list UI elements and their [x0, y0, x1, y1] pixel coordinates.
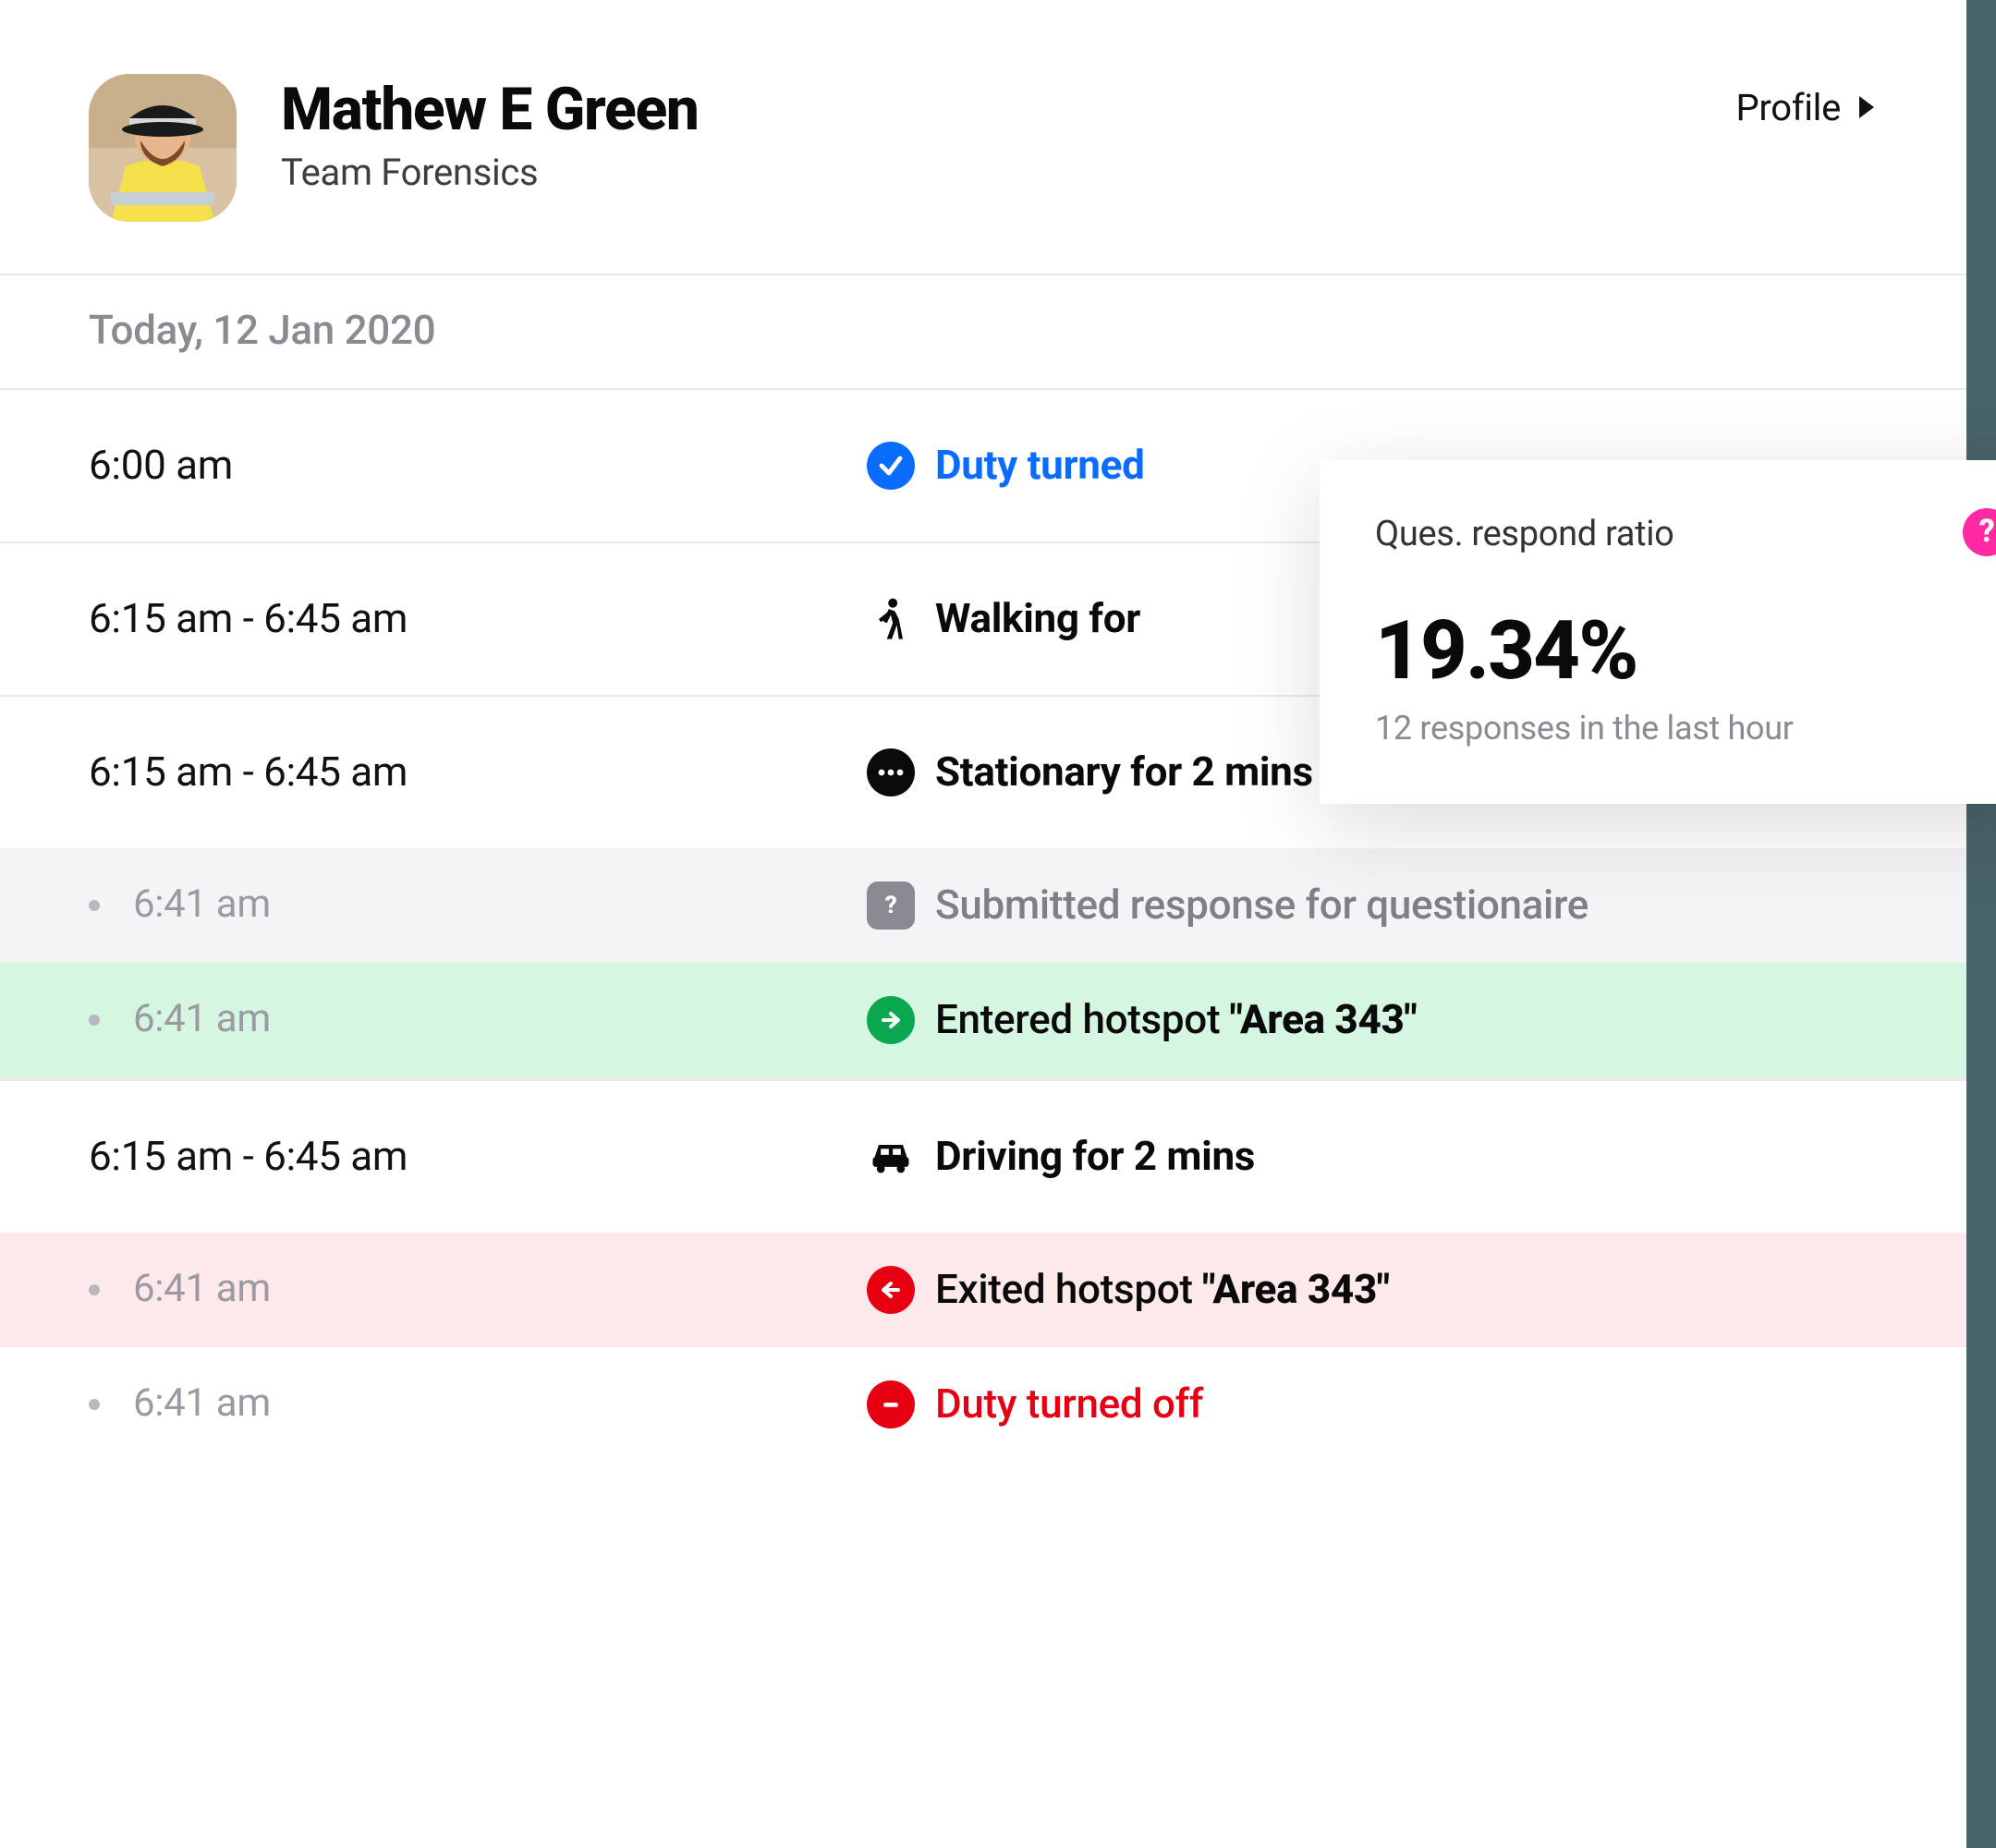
event-label: Stationary for 2 mins	[935, 749, 1313, 796]
user-name: Mathew E Green	[281, 78, 699, 142]
arrow-left-circle-icon	[867, 1266, 915, 1314]
walking-icon	[867, 595, 915, 643]
bullet-icon	[89, 1015, 100, 1027]
timeline-row-enter-hotspot[interactable]: 6:41 am Entered hotspot "Area 343"	[0, 963, 1966, 1079]
time-label: 6:15 am - 6:45 am	[89, 749, 846, 796]
profile-header: Mathew E Green Team Forensics Profile	[0, 0, 1966, 274]
time-label: 6:15 am - 6:45 am	[89, 596, 846, 642]
profile-link[interactable]: Profile	[1735, 74, 1878, 129]
event-label: Driving for 2 mins	[935, 1134, 1255, 1180]
card-value: 19.34%	[1375, 602, 1996, 699]
timeline-row-questionnaire[interactable]: 6:41 am ? Submitted response for questio…	[0, 848, 1966, 963]
side-strip	[1966, 0, 1996, 1848]
respond-ratio-card: Ques. respond ratio ? 19.34% 12 response…	[1320, 460, 1996, 804]
activity-panel: Mathew E Green Team Forensics Profile To…	[0, 0, 1966, 1848]
date-heading: Today, 12 Jan 2020	[0, 274, 1966, 390]
question-square-icon: ?	[867, 881, 915, 930]
profile-link-label: Profile	[1735, 85, 1841, 129]
minus-circle-icon	[867, 1380, 915, 1429]
arrow-right-circle-icon	[867, 996, 915, 1044]
car-icon	[867, 1133, 915, 1181]
bullet-icon	[89, 1400, 100, 1411]
timeline-row-duty-off[interactable]: 6:41 am Duty turned off	[0, 1347, 1966, 1462]
svg-text:?: ?	[885, 892, 897, 919]
time-label: 6:41 am	[89, 998, 846, 1042]
time-label: 6:41 am	[89, 1382, 846, 1427]
avatar[interactable]	[89, 74, 237, 222]
card-note: 12 responses in the last hour	[1375, 710, 1996, 748]
time-label: 6:41 am	[89, 883, 846, 928]
time-label: 6:15 am - 6:45 am	[89, 1134, 846, 1180]
bullet-icon	[89, 901, 100, 912]
time-label: 6:41 am	[89, 1268, 846, 1312]
event-label: Submitted response for questionaire	[935, 882, 1588, 929]
timeline-row-exit-hotspot[interactable]: 6:41 am Exited hotspot "Area 343"	[0, 1233, 1966, 1347]
time-label: 6:00 am	[89, 443, 846, 489]
timeline-row-driving[interactable]: 6:15 am - 6:45 am Driving for 2 mins	[0, 1079, 1966, 1233]
ellipsis-circle-icon	[867, 748, 915, 796]
user-team: Team Forensics	[281, 150, 699, 194]
check-circle-icon	[867, 442, 915, 490]
event-label: Duty turned off	[935, 1381, 1203, 1428]
event-label: Entered hotspot "Area 343"	[935, 997, 1417, 1043]
bullet-icon	[89, 1285, 100, 1296]
card-title: Ques. respond ratio	[1375, 512, 1996, 554]
chevron-right-icon	[1856, 94, 1878, 120]
event-label: Duty turned	[935, 443, 1145, 489]
event-label: Walking for	[935, 596, 1140, 642]
event-label: Exited hotspot "Area 343"	[935, 1267, 1390, 1313]
